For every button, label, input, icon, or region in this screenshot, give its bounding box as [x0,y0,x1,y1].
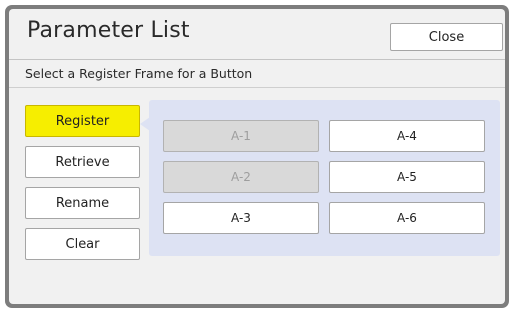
retrieve-button[interactable]: Retrieve [25,146,140,178]
frame-button-a1[interactable]: A-1 [163,120,319,152]
dialog-body: Parameter List Close Select a Register F… [9,9,505,304]
frame-button-a3[interactable]: A-3 [163,202,319,234]
register-frame-panel: A-1 A-2 A-3 A-4 A-5 A-6 [149,100,500,256]
parameter-list-dialog: Parameter List Close Select a Register F… [5,5,509,308]
instruction-text: Select a Register Frame for a Button [25,66,253,81]
frame-button-a5[interactable]: A-5 [329,161,485,193]
register-button[interactable]: Register [25,105,140,137]
close-button[interactable]: Close [390,23,503,51]
title-divider [9,59,505,60]
frame-button-a4[interactable]: A-4 [329,120,485,152]
instruction-divider [9,87,505,88]
frame-button-a6[interactable]: A-6 [329,202,485,234]
frame-button-a2[interactable]: A-2 [163,161,319,193]
clear-button[interactable]: Clear [25,228,140,260]
rename-button[interactable]: Rename [25,187,140,219]
dialog-title: Parameter List [27,18,190,43]
